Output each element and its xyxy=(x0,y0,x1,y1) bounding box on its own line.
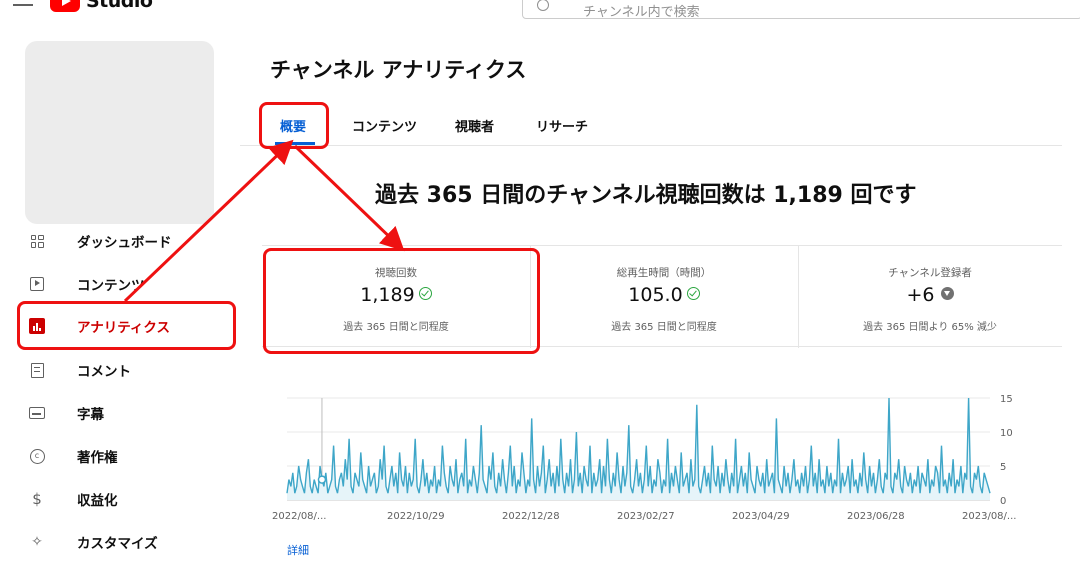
arrow-to-tab xyxy=(123,139,294,303)
annotation-arrows xyxy=(123,139,405,303)
studio-window: { "header": { "logo_text": "Studio", "se… xyxy=(0,0,1080,567)
arrow-to-metric xyxy=(293,144,405,252)
